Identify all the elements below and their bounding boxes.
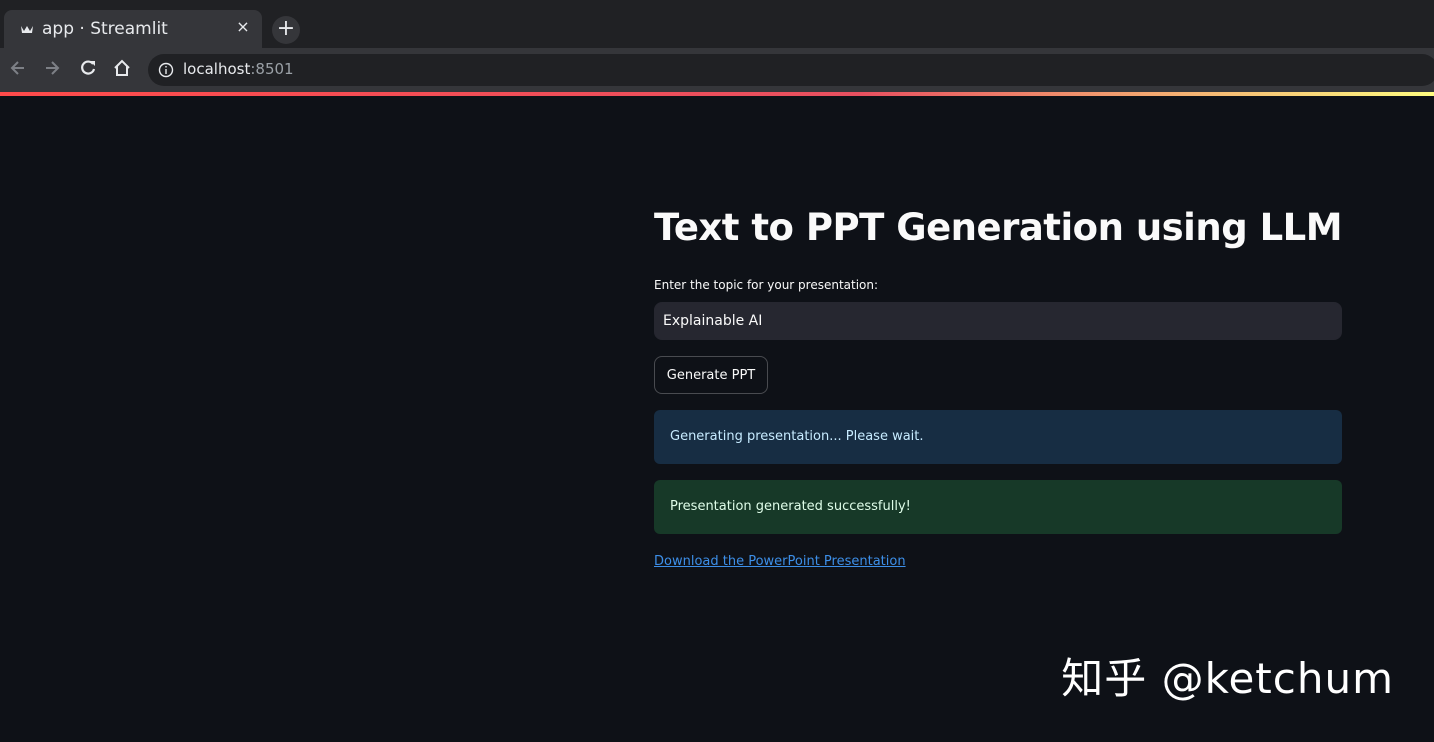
home-icon[interactable] [110, 58, 134, 82]
generate-ppt-button[interactable]: Generate PPT [654, 356, 768, 394]
download-link[interactable]: Download the PowerPoint Presentation [654, 554, 906, 569]
success-alert: Presentation generated successfully! [654, 480, 1342, 534]
reload-icon[interactable] [76, 58, 100, 82]
arrow-left-icon[interactable] [6, 58, 30, 82]
info-icon[interactable] [158, 62, 174, 78]
close-tab-icon[interactable]: × [234, 18, 252, 36]
streamlit-crown-icon [21, 26, 33, 33]
new-tab-button[interactable]: + [272, 16, 300, 44]
browser-tab-bar: app · Streamlit × + [0, 0, 1434, 48]
topic-input[interactable] [654, 302, 1342, 340]
url-port: :8501 [250, 60, 294, 78]
browser-tab[interactable]: app · Streamlit × [4, 10, 262, 48]
address-bar[interactable]: localhost:8501 [148, 54, 1434, 86]
topic-label: Enter the topic for your presentation: [654, 278, 879, 292]
url-text: localhost:8501 [183, 60, 294, 78]
tab-title: app · Streamlit [42, 19, 168, 39]
page-title: Text to PPT Generation using LLM [654, 206, 1343, 249]
url-host: localhost [183, 60, 251, 78]
arrow-right-icon[interactable] [40, 58, 64, 82]
browser-toolbar: localhost:8501 [0, 48, 1434, 92]
info-alert: Generating presentation... Please wait. [654, 410, 1342, 464]
watermark: 知乎 @ketchum [1061, 654, 1394, 703]
